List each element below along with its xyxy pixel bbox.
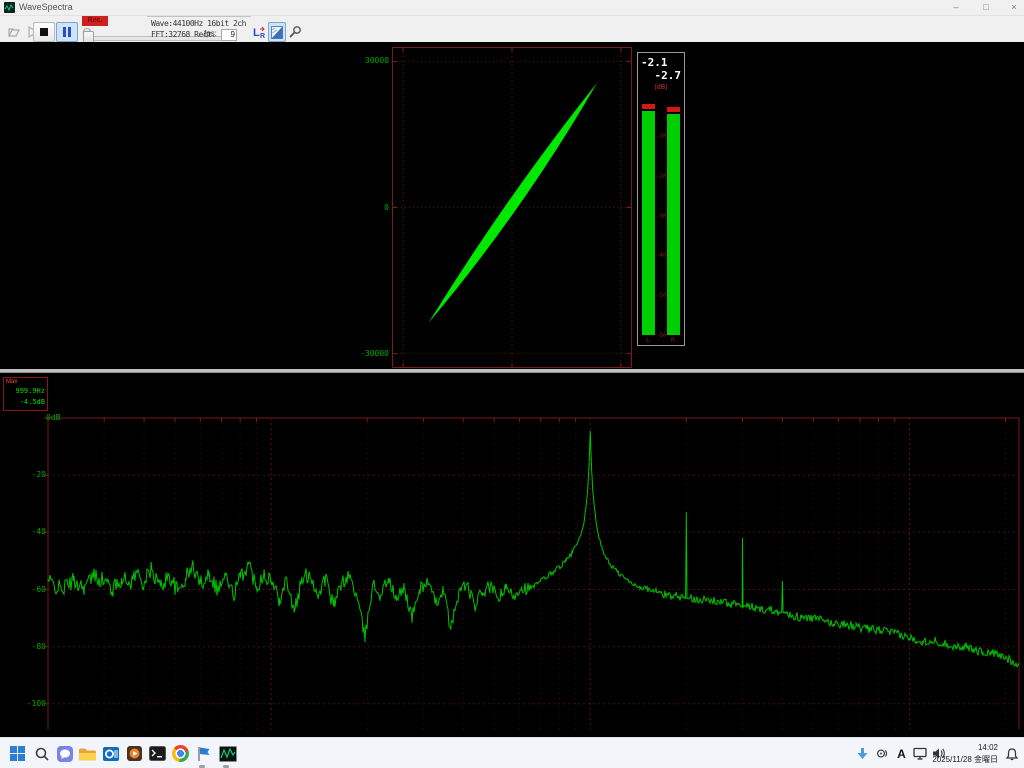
svg-text:R: R <box>260 33 265 39</box>
meter-scale-label: -30 <box>654 213 668 220</box>
scope-ytick-label: -30000 <box>355 349 389 358</box>
taskbar: A 14:02 2025/11/28 金曜日 <box>0 737 1024 768</box>
meter-unit-label: (dB) <box>638 84 684 91</box>
maximize-button[interactable]: □ <box>975 1 997 13</box>
search-icon <box>34 746 50 762</box>
spectrum-plot <box>0 373 1024 729</box>
tray-clock-date[interactable]: 2025/11/28 金曜日 <box>925 754 998 765</box>
tray-clock-time[interactable]: 14:02 <box>940 743 998 752</box>
meter-channel-label: R <box>666 336 680 344</box>
outlook-button[interactable] <box>100 743 121 764</box>
spectrum-ytick-label: -40 <box>14 527 46 536</box>
pause-icon <box>62 27 72 37</box>
channel-select-button[interactable]: L R <box>250 22 268 42</box>
minimize-button[interactable]: – <box>945 1 967 13</box>
meter-channel-label: L <box>641 336 655 344</box>
channel-lr-icon: L R <box>252 25 266 39</box>
meter-peak-cap <box>642 104 655 109</box>
lissajous-scope-plot <box>392 47 632 368</box>
file-explorer-button[interactable] <box>77 743 98 764</box>
search-button[interactable] <box>31 743 52 764</box>
window-title: WaveSpectra <box>19 2 73 12</box>
meter-scale-label: -40 <box>654 252 668 259</box>
notification-bell-button[interactable] <box>1001 743 1022 764</box>
fps-label: fps: <box>204 29 217 38</box>
spectrum-ytick-label: -20 <box>14 470 46 479</box>
stop-icon <box>39 27 49 37</box>
desktop: WaveSpectra – □ × Rec. Wave:44100Hz 16bi… <box>0 0 1024 768</box>
meter-peak-cap <box>667 107 680 112</box>
app-icon <box>4 2 15 13</box>
meter-level-bar <box>667 114 680 335</box>
meter-scale-label: -10 <box>654 133 668 140</box>
ime-mode-label: A <box>897 747 906 761</box>
spectrum-ytick-label: 0dB <box>46 413 60 422</box>
chrome-icon <box>172 745 189 762</box>
title-bar: WaveSpectra – □ × <box>0 0 1024 16</box>
spectrum-ytick-label: -80 <box>14 642 46 651</box>
tray-audio-device-button[interactable] <box>871 743 892 764</box>
main-client-area: 30000 0 -30000 -2.1 -2.7 (dB) -10 -20 -30 -40… <box>0 42 1024 737</box>
settings-button[interactable] <box>286 22 304 42</box>
flag-app-icon <box>195 745 212 762</box>
scope-ytick-label: 0 <box>355 203 389 212</box>
media-player-button[interactable] <box>193 743 214 764</box>
toolbar: Rec. Wave:44100Hz 16bit 2ch FFT:32768 Re… <box>0 16 1024 43</box>
bell-icon <box>1005 747 1019 761</box>
open-icon <box>7 26 21 38</box>
close-button[interactable]: × <box>1003 1 1024 13</box>
display-mode-icon <box>271 26 283 39</box>
max-frequency: 999.9Hz <box>15 387 45 395</box>
terminal-button[interactable] <box>147 743 168 764</box>
terminal-icon <box>149 746 166 761</box>
chat-icon <box>56 745 74 763</box>
chat-app-button[interactable] <box>54 743 75 764</box>
tray-download-arrow-button[interactable] <box>852 743 873 764</box>
folder-icon <box>78 746 97 762</box>
media-app-icon <box>126 745 143 762</box>
max-level: -4.5dB <box>20 398 45 406</box>
chrome-button[interactable] <box>170 743 191 764</box>
meter-level-bar <box>642 111 655 335</box>
spectrum-ytick-label: -100 <box>14 699 46 708</box>
peak-value-right: -2.7 <box>655 69 682 82</box>
svg-text:L: L <box>253 27 260 39</box>
start-button[interactable] <box>7 743 28 764</box>
peak-value-left: -2.1 <box>641 56 668 69</box>
outlook-icon <box>102 745 120 763</box>
spectrum-ytick-label: -60 <box>14 585 46 594</box>
meter-scale-label: -50 <box>654 292 668 299</box>
tray-audio-icon <box>875 747 889 760</box>
scope-ytick-label: 30000 <box>355 56 389 65</box>
settings-wrench-icon <box>288 25 302 39</box>
wavespectra-icon <box>219 746 237 762</box>
windows-logo-icon <box>9 745 26 762</box>
pause-button[interactable] <box>56 22 78 42</box>
peak-readout-box: Max 999.9Hz -4.5dB <box>3 377 48 411</box>
fps-value-box[interactable]: 9 <box>221 29 237 41</box>
media-app-button[interactable] <box>124 743 145 764</box>
meter-scale-label: -20 <box>654 173 668 180</box>
max-label: Max <box>6 379 17 385</box>
wavespectra-taskbar-button[interactable] <box>217 743 238 764</box>
display-mode-button[interactable] <box>268 22 286 42</box>
stop-button[interactable] <box>33 22 55 42</box>
record-status-badge: Rec. <box>82 16 108 26</box>
ime-indicator-button[interactable]: A <box>891 743 912 764</box>
download-arrow-icon <box>856 747 869 761</box>
wave-info: Wave:44100Hz 16bit 2ch <box>151 19 249 28</box>
level-meter-panel: -2.1 -2.7 (dB) -10-20-30-40-50-60LR <box>637 52 685 346</box>
